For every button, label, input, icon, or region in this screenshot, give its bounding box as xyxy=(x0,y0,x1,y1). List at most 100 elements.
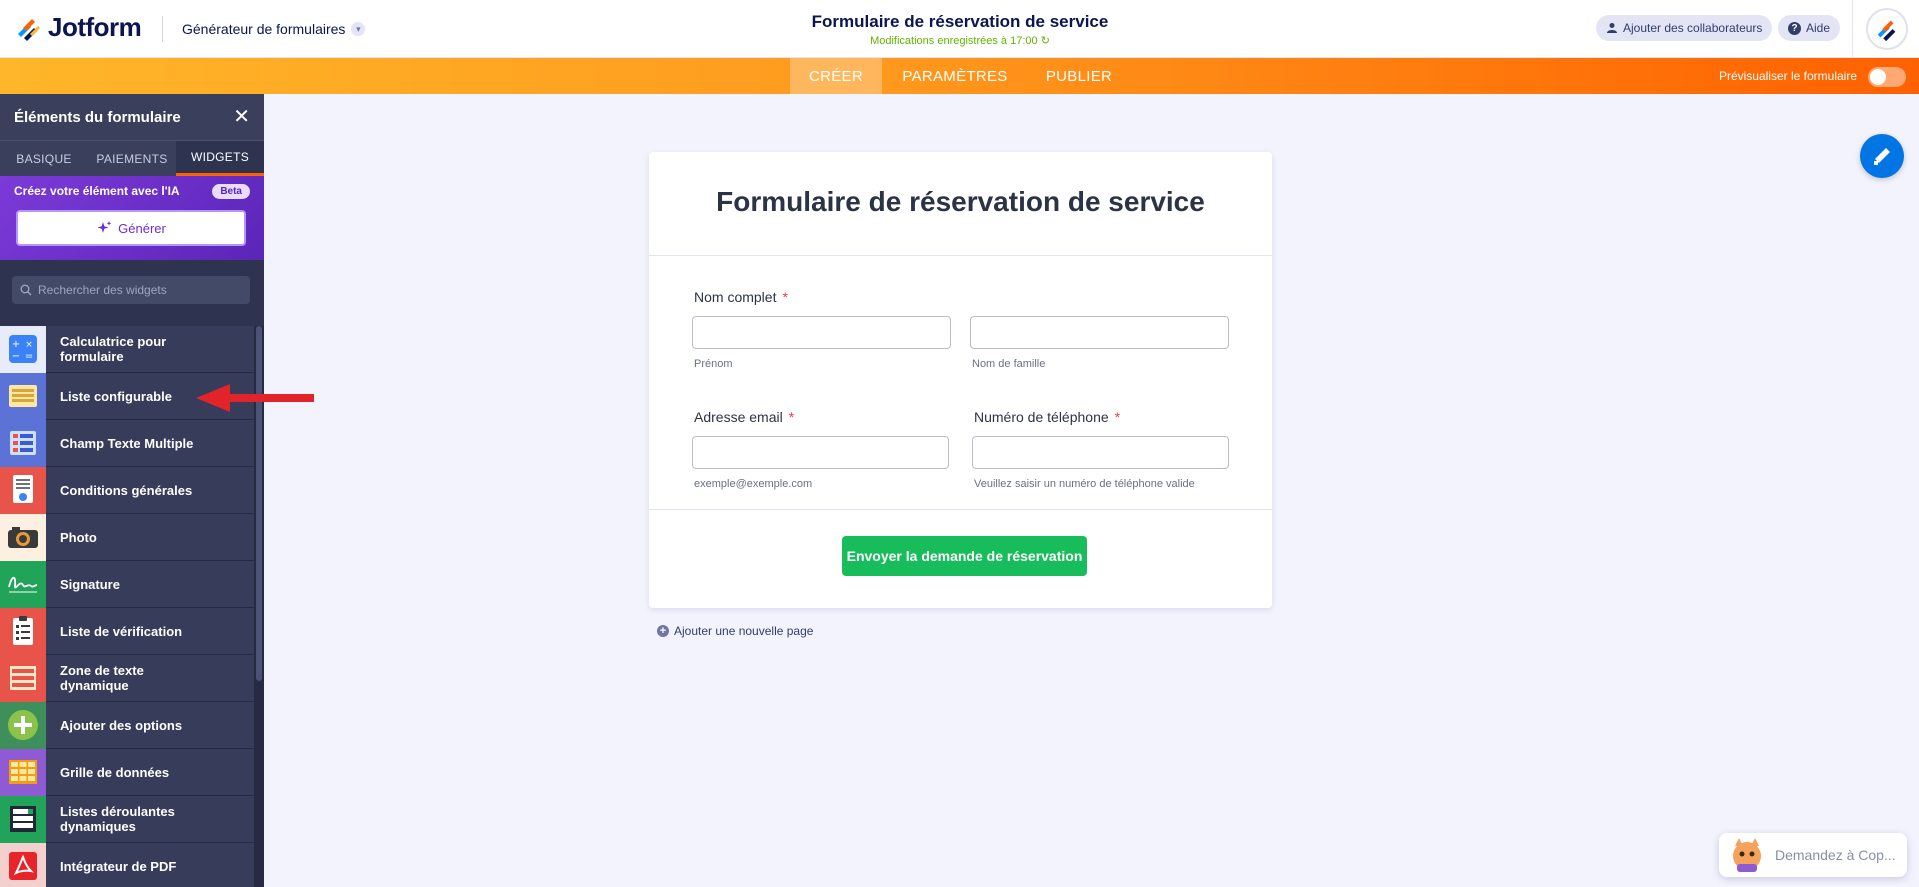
copilot-label: Demandez à Cop... xyxy=(1775,847,1896,863)
jotform-logo[interactable]: Jotform xyxy=(14,12,142,43)
email-field[interactable] xyxy=(692,436,949,469)
list-item[interactable]: Conditions générales xyxy=(0,466,254,514)
list-item[interactable]: Grille de données xyxy=(0,748,254,796)
pdf-icon xyxy=(0,842,46,887)
form-card: Formulaire de réservation de service Nom… xyxy=(649,152,1272,608)
list-item[interactable]: Signature xyxy=(0,560,254,608)
checklist-icon xyxy=(0,607,46,655)
generate-label: Générer xyxy=(118,220,166,236)
form-designer-button[interactable] xyxy=(1860,134,1904,178)
avatar[interactable] xyxy=(1866,8,1908,50)
divider xyxy=(649,255,1272,256)
phone-label-text: Numéro de téléphone xyxy=(974,409,1109,425)
list-item-label: Ajouter des options xyxy=(60,717,183,733)
avatar-logo-icon xyxy=(1877,20,1896,42)
list-item-label: Liste de vérification xyxy=(60,623,183,639)
add-page-button[interactable]: + Ajouter une nouvelle page xyxy=(657,624,813,638)
required-mark: * xyxy=(788,409,795,425)
list-item-label: Grille de données xyxy=(60,764,170,780)
list-item-label: Zone de texte dynamique xyxy=(60,663,144,693)
email-label-text: Adresse email xyxy=(694,409,783,425)
last-name-sublabel: Nom de famille xyxy=(972,358,1046,370)
add-collaborators-button[interactable]: Ajouter des collaborateurs xyxy=(1596,15,1773,41)
tab-widgets[interactable]: WIDGETS xyxy=(176,141,264,176)
add-collaborators-label: Ajouter des collaborateurs xyxy=(1623,21,1763,35)
list-item[interactable]: + × − = Calculatrice pour formulaire xyxy=(0,325,254,373)
list-item-label: Intégrateur de PDF xyxy=(60,858,177,874)
list-item-label: Calculatrice pour formulaire xyxy=(60,334,167,364)
chevron-down-icon: ▾ xyxy=(351,22,366,36)
help-button[interactable]: ? Aide xyxy=(1778,15,1841,41)
page-title[interactable]: Formulaire de réservation de service xyxy=(760,12,1160,32)
builder-nav: CRÉER PARAMÈTRES PUBLIER Prévisualiser l… xyxy=(0,58,1919,94)
search-placeholder: Rechercher des widgets xyxy=(38,283,167,297)
list-item[interactable]: Liste de vérification xyxy=(0,607,254,655)
divider xyxy=(1852,0,1853,58)
plus-circle-icon: + xyxy=(657,625,669,637)
panel-header: Éléments du formulaire ✕ xyxy=(0,94,264,140)
list-item-label: Signature xyxy=(60,576,120,592)
configurable-list-icon xyxy=(0,372,46,420)
data-grid-icon xyxy=(0,748,46,796)
ai-element-box: Créez votre élément avec l'IA Beta Génér… xyxy=(0,176,264,260)
tab-payments[interactable]: PAIEMENTS xyxy=(88,141,176,176)
list-item[interactable]: Ajouter des options xyxy=(0,701,254,749)
list-item[interactable]: Champ Texte Multiple xyxy=(0,419,254,467)
divider xyxy=(649,509,1272,510)
list-item[interactable]: Photo xyxy=(0,513,254,561)
first-name-input[interactable] xyxy=(692,316,951,349)
phone-field[interactable] xyxy=(972,436,1229,469)
paint-roller-icon xyxy=(1874,148,1890,165)
tab-basic[interactable]: BASIQUE xyxy=(0,141,88,176)
add-options-icon xyxy=(0,701,46,749)
tab-create[interactable]: CRÉER xyxy=(790,58,882,94)
calculator-icon: + × − = xyxy=(0,325,46,373)
add-page-label: Ajouter une nouvelle page xyxy=(674,624,814,638)
svg-text:+: + xyxy=(12,339,20,350)
required-mark: * xyxy=(782,289,788,305)
phone-sublabel: Veuillez saisir un numéro de téléphone v… xyxy=(974,478,1195,490)
help-icon: ? xyxy=(1788,21,1801,35)
search-input[interactable]: Rechercher des widgets xyxy=(12,276,250,304)
list-item-label: Champ Texte Multiple xyxy=(60,435,194,451)
form-builder-menu[interactable]: Générateur de formulaires ▾ xyxy=(182,21,366,37)
phone-label[interactable]: Numéro de téléphone * xyxy=(974,409,1120,425)
dynamic-text-icon xyxy=(0,654,46,702)
signature-icon xyxy=(0,560,46,608)
generate-button[interactable]: Générer xyxy=(16,210,246,246)
user-icon xyxy=(1607,23,1617,33)
svg-text:=: = xyxy=(25,351,33,362)
tab-publish[interactable]: PUBLIER xyxy=(1030,58,1128,94)
jotform-logo-icon xyxy=(18,18,40,41)
list-item-label: Photo xyxy=(60,529,97,545)
multiple-text-icon xyxy=(0,419,46,467)
preview-toggle[interactable] xyxy=(1868,67,1906,87)
list-item[interactable]: Zone de texte dynamique xyxy=(0,654,254,702)
tab-settings[interactable]: PARAMÈTRES xyxy=(892,58,1018,94)
save-status-text: Modifications enregistrées à 17:00 xyxy=(870,35,1038,47)
divider xyxy=(162,16,163,42)
email-label[interactable]: Adresse email * xyxy=(694,409,794,425)
full-name-label[interactable]: Nom complet * xyxy=(694,289,788,305)
camera-icon xyxy=(0,513,46,561)
full-name-label-text: Nom complet xyxy=(694,289,777,305)
copilot-button[interactable]: Demandez à Cop... xyxy=(1719,833,1907,877)
annotation-arrow-icon xyxy=(196,384,314,412)
terms-icon xyxy=(0,466,46,514)
list-item-label: Liste configurable xyxy=(60,388,172,404)
list-item[interactable]: Intégrateur de PDF xyxy=(0,842,254,887)
form-heading[interactable]: Formulaire de réservation de service xyxy=(649,186,1272,218)
svg-text:−: − xyxy=(12,351,20,362)
close-icon[interactable]: ✕ xyxy=(233,107,250,127)
top-bar: Jotform Générateur de formulaires ▾ Form… xyxy=(0,0,1919,58)
last-name-input[interactable] xyxy=(970,316,1229,349)
submit-button[interactable]: Envoyer la demande de réservation xyxy=(842,536,1087,576)
scroll-thumb[interactable] xyxy=(256,326,262,681)
panel-tabs: BASIQUE PAIEMENTS WIDGETS xyxy=(0,140,264,176)
search-icon xyxy=(20,284,32,296)
copilot-avatar-icon xyxy=(1733,838,1761,872)
svg-text:×: × xyxy=(25,340,33,350)
required-mark: * xyxy=(1114,409,1121,425)
list-item[interactable]: Listes déroulantes dynamiques xyxy=(0,795,254,843)
dropdown-list-icon xyxy=(0,795,46,843)
